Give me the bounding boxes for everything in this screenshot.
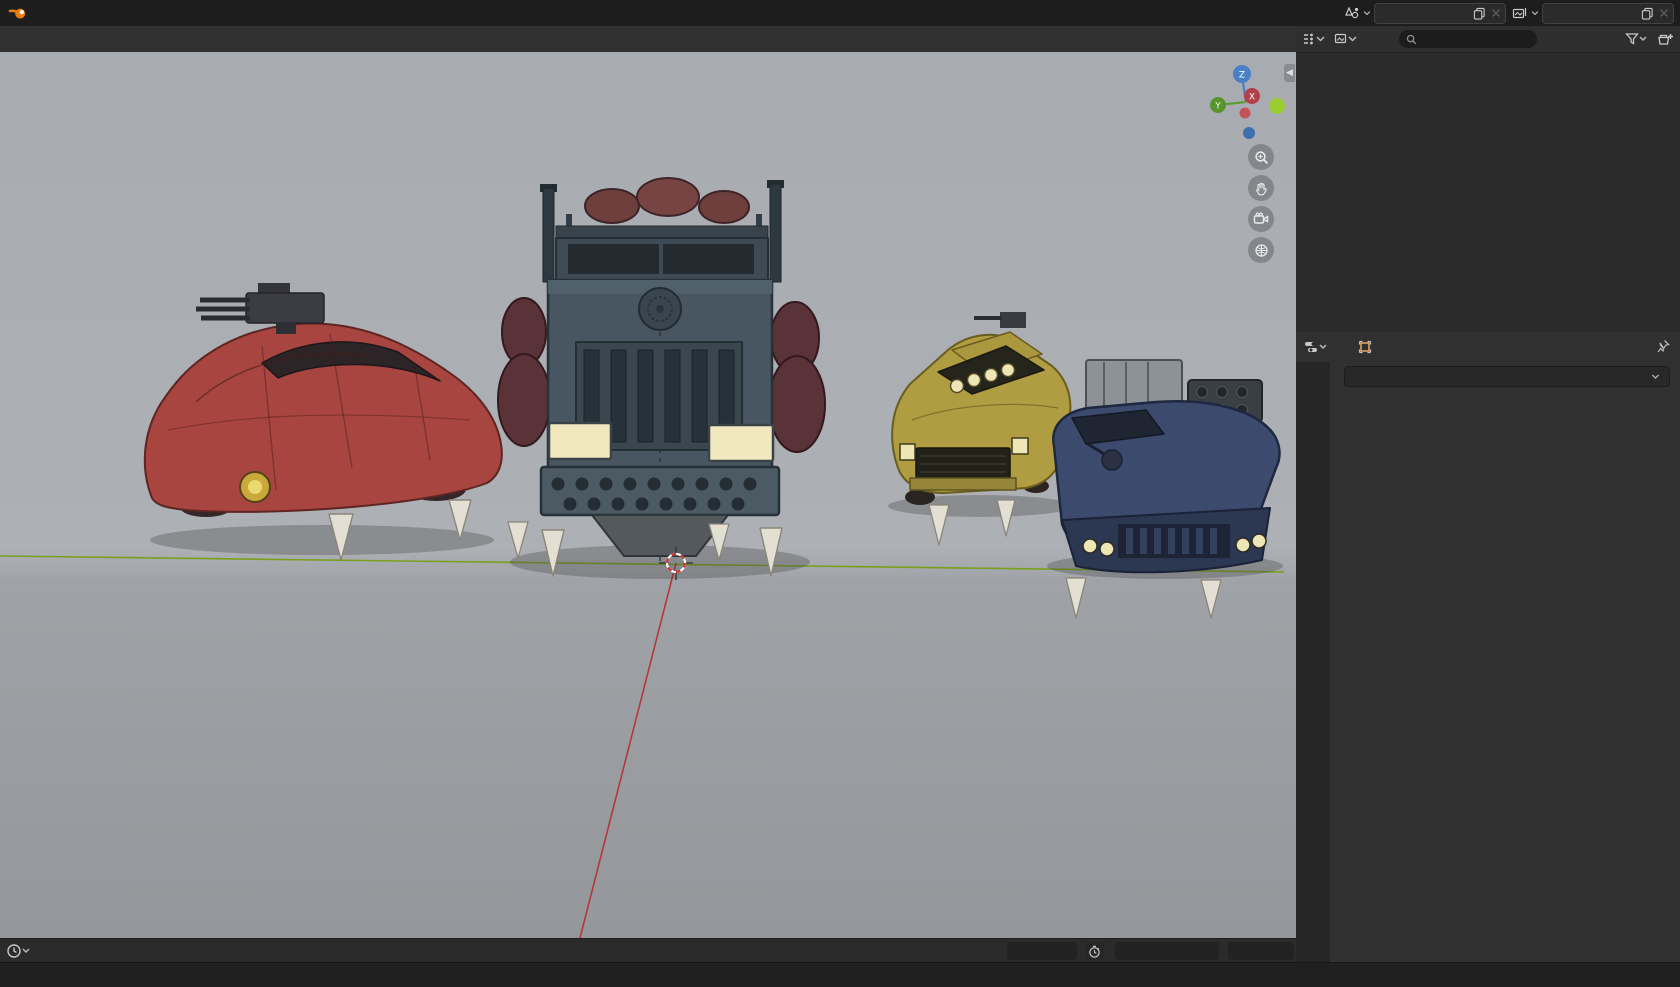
hand-icon <box>1254 181 1269 196</box>
scene-icon <box>1344 6 1360 20</box>
properties-header <box>1296 332 1680 362</box>
view-layer-icon <box>1512 6 1528 20</box>
outliner-search-input[interactable] <box>1422 32 1526 46</box>
chevron-down-icon <box>1362 8 1372 18</box>
blender-window: { "colors":{"accent":"#4772b3","axis_gre… <box>0 0 1680 987</box>
end-frame-field[interactable] <box>1228 942 1294 960</box>
outliner-search[interactable] <box>1399 30 1537 48</box>
chevron-down-icon <box>1530 8 1540 18</box>
grid-sphere-icon <box>1254 243 1269 258</box>
chevron-down-icon <box>1650 371 1661 382</box>
new-view-layer-icon[interactable] <box>1641 7 1654 20</box>
pin-icon[interactable] <box>1656 339 1670 353</box>
timeline-editor-icon[interactable] <box>6 943 32 959</box>
sidebar-collapse-arrow[interactable]: ◀ <box>1284 64 1295 82</box>
properties-tab-strip <box>1296 362 1330 962</box>
timeline <box>0 938 1296 962</box>
auto-keying-button[interactable] <box>1085 942 1104 960</box>
start-frame-field[interactable] <box>1115 942 1219 960</box>
pan-button[interactable] <box>1248 175 1274 201</box>
object-icon <box>1358 340 1372 354</box>
navigation-gizmo[interactable]: Z Y X <box>1204 60 1288 144</box>
ortho-toggle-button[interactable] <box>1248 237 1274 263</box>
outliner <box>1296 26 1680 332</box>
search-icon <box>1406 34 1417 45</box>
outliner-header <box>1296 26 1680 53</box>
current-frame-field[interactable] <box>1007 942 1077 960</box>
blender-logo-icon[interactable] <box>0 5 36 21</box>
new-scene-icon[interactable] <box>1473 7 1486 20</box>
x-axis-line <box>579 562 677 938</box>
properties-editor-icon[interactable] <box>1304 340 1328 355</box>
outliner-display-mode-icon[interactable] <box>1302 32 1328 46</box>
viewport-3d[interactable]: Z Y X ◀ <box>0 52 1296 938</box>
vehicle-truck <box>497 177 826 577</box>
properties-editor <box>1296 332 1680 962</box>
magnifier-icon <box>1254 150 1269 165</box>
viewport-nav-buttons <box>1248 144 1274 263</box>
outliner-filter-source-icon[interactable] <box>1334 32 1360 46</box>
close-icon <box>1659 8 1669 18</box>
viewport-canvas[interactable] <box>0 52 1296 938</box>
svg-text:X: X <box>1249 93 1255 103</box>
topbar-right <box>1344 2 1680 24</box>
close-icon <box>1491 8 1501 18</box>
add-modifier-dropdown[interactable] <box>1344 366 1670 387</box>
zoom-button[interactable] <box>1248 144 1274 170</box>
topbar <box>0 0 1680 26</box>
view-layer-selector[interactable] <box>1512 2 1674 24</box>
viewport-header <box>0 26 1296 52</box>
vehicle-blue-car <box>1052 359 1281 619</box>
scene-selector[interactable] <box>1344 2 1506 24</box>
vehicle-beetle-battlecar <box>143 283 503 561</box>
camera-view-button[interactable] <box>1248 206 1274 232</box>
filter-icon[interactable] <box>1625 32 1649 46</box>
new-collection-icon[interactable] <box>1657 32 1674 47</box>
camera-icon <box>1253 212 1269 226</box>
stopwatch-icon <box>1088 945 1101 958</box>
svg-text:Z: Z <box>1239 71 1245 81</box>
svg-text:Y: Y <box>1214 102 1221 112</box>
status-bar <box>0 962 1680 987</box>
